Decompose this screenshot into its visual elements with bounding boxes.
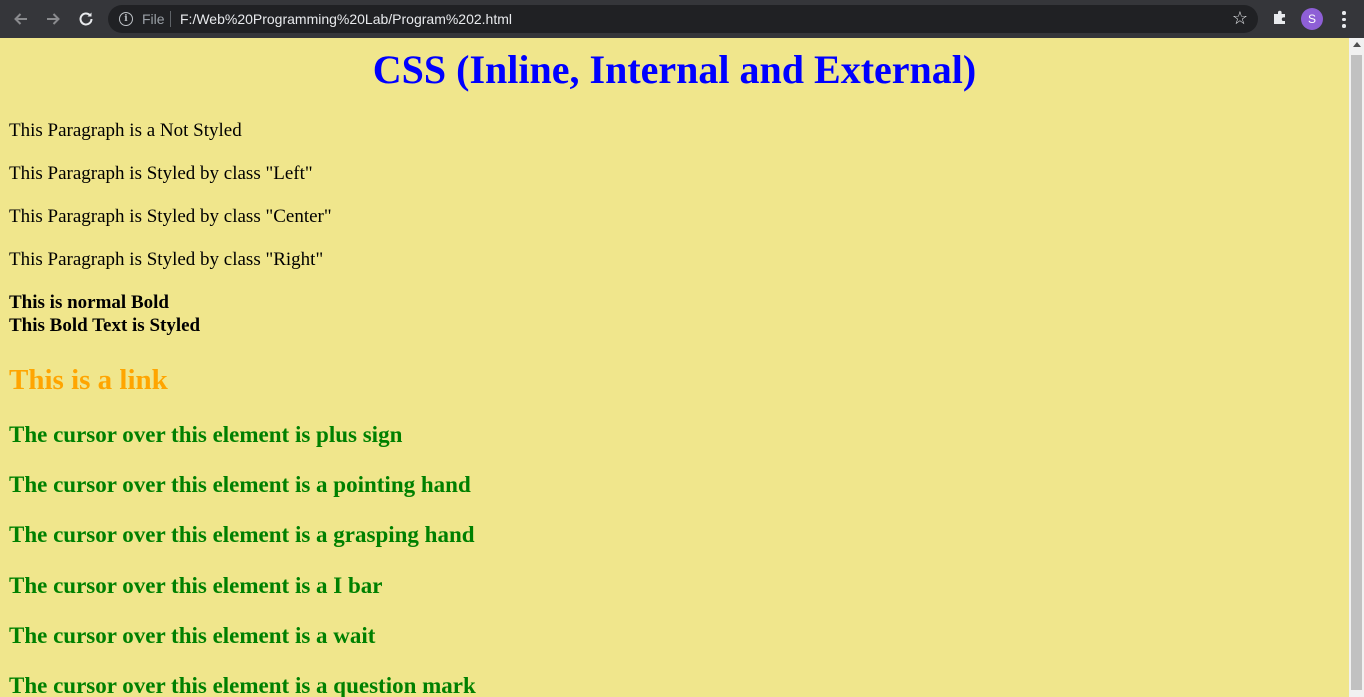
scrollbar-thumb[interactable]	[1351, 55, 1362, 690]
vertical-scrollbar[interactable]	[1349, 38, 1364, 697]
address-bar[interactable]: i File F:/Web%20Programming%20Lab/Progra…	[108, 5, 1258, 33]
cursor-crosshair-text[interactable]: The cursor over this element is plus sig…	[9, 422, 402, 448]
address-separator	[170, 11, 171, 27]
paragraph-right: This Paragraph is Styled by class "Right…	[9, 249, 324, 270]
paragraph-not-styled: This Paragraph is a Not Styled	[9, 120, 242, 141]
paragraph-center: This Paragraph is Styled by class "Cente…	[9, 206, 332, 227]
reload-icon	[79, 12, 93, 26]
browser-toolbar: i File F:/Web%20Programming%20Lab/Progra…	[0, 0, 1364, 38]
info-icon[interactable]: i	[119, 12, 133, 26]
forward-button[interactable]	[41, 7, 65, 31]
scroll-up-arrow-icon[interactable]	[1353, 42, 1361, 47]
sample-link[interactable]: This is a link	[9, 364, 168, 396]
page-title: CSS (Inline, Internal and External)	[372, 47, 977, 92]
paragraph-left: This Paragraph is Styled by class "Left"	[9, 163, 313, 184]
scheme-label: File	[142, 11, 165, 27]
cursor-text-bar-text[interactable]: The cursor over this element is a I bar	[9, 573, 383, 599]
cursor-pointer-text[interactable]: The cursor over this element is a pointi…	[9, 472, 471, 498]
url-text[interactable]: F:/Web%20Programming%20Lab/Program%202.h…	[180, 11, 512, 27]
cursor-help-text[interactable]: The cursor over this element is a questi…	[9, 673, 476, 697]
reload-button[interactable]	[74, 7, 98, 31]
styled-bold-text: This Bold Text is Styled	[9, 315, 201, 336]
avatar[interactable]: S	[1301, 8, 1323, 30]
extensions-button[interactable]	[1270, 8, 1290, 28]
puzzle-icon	[1274, 10, 1285, 24]
kebab-menu-icon[interactable]	[1336, 8, 1352, 30]
arrow-right-icon	[47, 13, 60, 25]
star-icon[interactable]: ☆	[1232, 8, 1248, 29]
back-button[interactable]	[9, 7, 33, 31]
normal-bold-text: This is normal Bold	[9, 292, 169, 313]
cursor-grab-text[interactable]: The cursor over this element is a graspi…	[9, 522, 475, 548]
page-content: CSS (Inline, Internal and External) This…	[0, 38, 1349, 697]
cursor-wait-text[interactable]: The cursor over this element is a wait	[9, 623, 375, 649]
arrow-left-icon	[14, 13, 27, 25]
